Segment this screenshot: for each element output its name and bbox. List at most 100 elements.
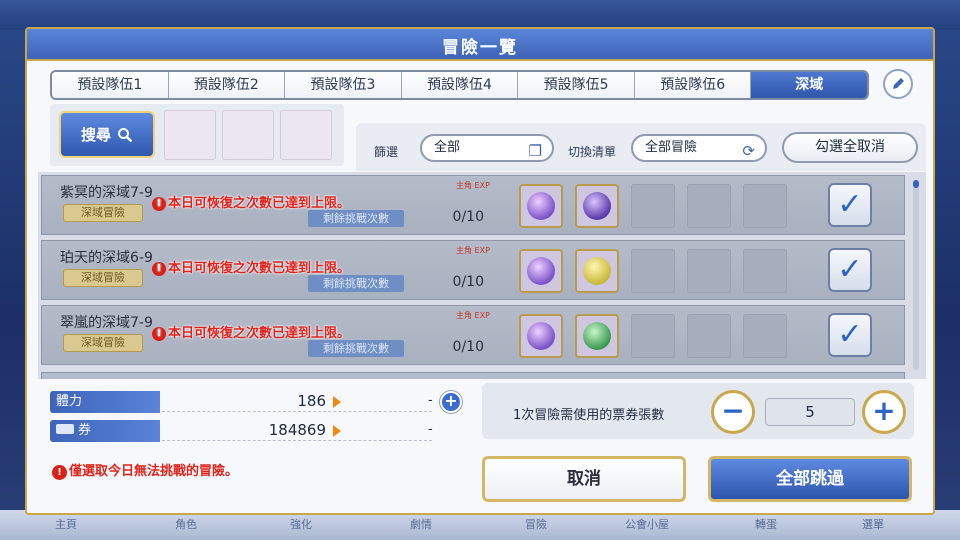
alert-icon: ! <box>152 197 166 211</box>
tab-party-5[interactable]: 預設隊伍5 <box>518 72 635 98</box>
ticket-after: - <box>428 422 433 437</box>
tab-deep-domain[interactable]: 深域 <box>751 72 867 98</box>
decrease-button[interactable]: − <box>711 390 755 434</box>
empty-reward-slot <box>687 184 731 228</box>
empty-reward-slot <box>687 314 731 358</box>
scroll-thumb[interactable] <box>913 180 919 188</box>
limit-message: ! 本日可恢復之次數已達到上限。 <box>152 257 350 276</box>
uncheck-all-button[interactable]: 勾選全取消 <box>782 132 918 163</box>
search-icon <box>118 127 133 142</box>
checkbox-checked[interactable]: ✓ <box>828 313 872 357</box>
exp-label: 主角 EXP <box>456 311 490 320</box>
stamina-label: 體力 <box>50 391 160 413</box>
cancel-button[interactable]: 取消 <box>482 456 686 502</box>
search-slot[interactable] <box>222 110 274 160</box>
empty-reward-slot <box>687 249 731 293</box>
tab-party-3[interactable]: 預設隊伍3 <box>285 72 402 98</box>
filter-dropdown[interactable]: 全部 ❐ <box>420 134 554 162</box>
quest-title: 翠嵐的深域7-9 <box>60 315 153 331</box>
quest-row[interactable]: 珀天的深域6-9 深域冒險 剩餘挑戰次數 ! 本日可恢復之次數已達到上限。 主角 … <box>41 240 905 300</box>
reward-item-icon[interactable] <box>575 314 619 358</box>
ticket-icon <box>56 424 74 434</box>
quest-list: 紫冥的深域7-9 深域冒險 剩餘挑戰次數 ! 本日可恢復之次數已達到上限。 主角 … <box>38 172 926 379</box>
quest-row-partial[interactable] <box>41 372 905 379</box>
search-label: 搜尋 <box>80 126 111 144</box>
switch-list-dropdown[interactable]: 全部冒險 ⟳ <box>631 134 767 162</box>
window-icon: ❐ <box>528 142 542 160</box>
remaining-label: 剩餘挑戰次數 <box>308 210 404 227</box>
exp-label: 主角 EXP <box>456 246 490 255</box>
quest-title: 紫冥的深域7-9 <box>60 185 153 201</box>
tab-party-1[interactable]: 預設隊伍1 <box>52 72 169 98</box>
alert-icon: ! <box>52 465 67 480</box>
party-tabs: 預設隊伍1 預設隊伍2 預設隊伍3 預設隊伍4 預設隊伍5 預設隊伍6 深域 <box>50 70 869 100</box>
dialog-title: 冒險一覽 <box>442 38 518 58</box>
limit-message: ! 本日可恢復之次數已達到上限。 <box>152 192 350 211</box>
reward-item-icon[interactable] <box>575 249 619 293</box>
ticket-usage-label: 1次冒險需使用的票券張數 <box>513 408 665 423</box>
refresh-icon: ⟳ <box>742 142 755 160</box>
alert-icon: ! <box>152 327 166 341</box>
ticket-value: 184869 <box>268 421 326 439</box>
reward-item-icon[interactable] <box>519 314 563 358</box>
alert-icon: ! <box>152 262 166 276</box>
empty-reward-slot <box>743 184 787 228</box>
arrow-right-icon <box>333 425 341 437</box>
arrow-right-icon <box>333 396 341 408</box>
edit-button[interactable] <box>883 69 913 99</box>
ticket-stat: 券 184869 - <box>50 420 440 442</box>
challenge-count: 0/10 <box>452 274 484 290</box>
empty-reward-slot <box>631 314 675 358</box>
skip-all-button[interactable]: 全部跳過 <box>708 456 912 502</box>
empty-reward-slot <box>743 249 787 293</box>
remaining-label: 剩餘挑戰次數 <box>308 340 404 357</box>
checkbox-checked[interactable]: ✓ <box>828 248 872 292</box>
reward-item-icon[interactable] <box>519 184 563 228</box>
nav-menu[interactable]: 選單 <box>862 516 884 532</box>
switch-list-label: 切換清單 <box>568 145 617 159</box>
nav-adventure[interactable]: 冒險 <box>525 516 547 532</box>
tab-party-4[interactable]: 預設隊伍4 <box>401 72 519 98</box>
filter-value: 全部 <box>434 140 461 155</box>
dialog-header: 冒險一覽 <box>27 29 933 61</box>
nav-story[interactable]: 劇情 <box>410 516 432 532</box>
nav-guild-house[interactable]: 公會小屋 <box>625 516 669 532</box>
switch-list-value: 全部冒險 <box>645 140 698 155</box>
stamina-value: 186 <box>297 392 326 410</box>
list-scrollbar[interactable] <box>913 180 919 370</box>
challenge-count: 0/10 <box>452 339 484 355</box>
quest-tag: 深域冒險 <box>63 334 143 352</box>
pencil-icon <box>893 78 904 89</box>
ticket-label: 券 <box>50 420 160 442</box>
nav-characters[interactable]: 角色 <box>175 516 197 532</box>
tab-party-6[interactable]: 預設隊伍6 <box>634 72 752 98</box>
quest-row[interactable]: 翠嵐的深域7-9 深域冒險 剩餘挑戰次數 ! 本日可恢復之次數已達到上限。 主角 … <box>41 305 905 365</box>
tab-party-2[interactable]: 預設隊伍2 <box>168 72 286 98</box>
nav-enhance[interactable]: 強化 <box>290 516 312 532</box>
challenge-count: 0/10 <box>452 209 484 225</box>
quest-row[interactable]: 紫冥的深域7-9 深域冒險 剩餘挑戰次數 ! 本日可恢復之次數已達到上限。 主角 … <box>41 175 905 235</box>
reward-item-icon[interactable] <box>575 184 619 228</box>
search-slot[interactable] <box>280 110 332 160</box>
notice-text: ! 僅選取今日無法挑戰的冒險。 <box>52 460 238 480</box>
checkbox-checked[interactable]: ✓ <box>828 183 872 227</box>
quest-tag: 深域冒險 <box>63 204 143 222</box>
background-top-bar <box>0 0 960 30</box>
stamina-stat: 體力 186 - <box>50 391 440 413</box>
search-button[interactable]: 搜尋 <box>59 111 155 158</box>
search-slot[interactable] <box>164 110 216 160</box>
quest-title: 珀天的深域6-9 <box>60 250 153 266</box>
empty-reward-slot <box>743 314 787 358</box>
nav-gacha[interactable]: 轉蛋 <box>755 516 777 532</box>
nav-home[interactable]: 主頁 <box>55 516 77 532</box>
add-stamina-button[interactable]: + <box>440 391 462 413</box>
filter-label: 篩選 <box>374 145 399 159</box>
stamina-after: - <box>428 393 433 408</box>
limit-message: ! 本日可恢復之次數已達到上限。 <box>152 322 350 341</box>
remaining-label: 剩餘挑戰次數 <box>308 275 404 292</box>
reward-item-icon[interactable] <box>519 249 563 293</box>
empty-reward-slot <box>631 184 675 228</box>
increase-button[interactable]: + <box>862 390 906 434</box>
ticket-quantity: 5 <box>765 398 855 426</box>
exp-label: 主角 EXP <box>456 181 490 190</box>
